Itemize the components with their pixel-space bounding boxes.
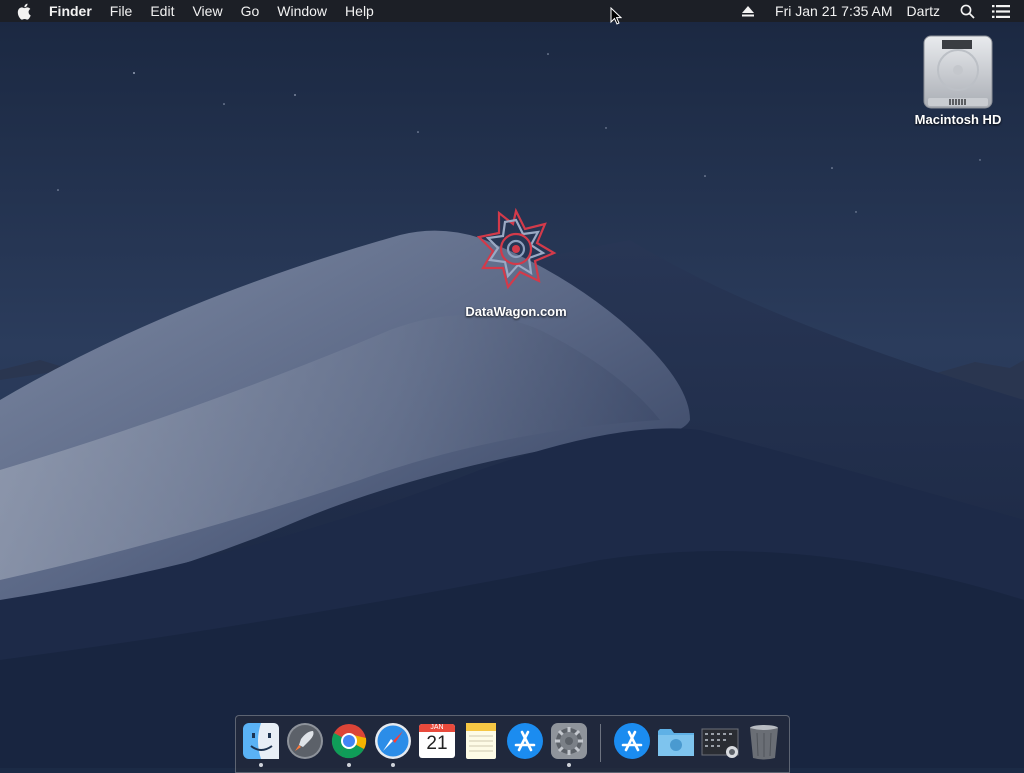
running-indicator	[567, 763, 571, 767]
menu-view[interactable]: View	[183, 0, 231, 22]
menu-go[interactable]: Go	[232, 0, 269, 22]
dock-item-trash[interactable]	[744, 721, 784, 761]
dock-item-chrome[interactable]	[329, 721, 369, 761]
mouse-cursor-icon	[610, 7, 622, 25]
app-store-icon	[507, 723, 543, 759]
desktop-item-macintosh-hd[interactable]: Macintosh HD	[902, 30, 1014, 127]
notes-icon	[466, 723, 496, 759]
dock-item-downloads[interactable]	[656, 721, 696, 761]
applications-folder-icon	[614, 723, 650, 759]
calendar-day: 21	[426, 733, 448, 754]
menu-help[interactable]: Help	[336, 0, 383, 22]
dock-item-notes[interactable]	[461, 721, 501, 761]
downloads-folder-icon	[658, 729, 694, 756]
desktop-item-label: Macintosh HD	[914, 112, 1002, 127]
menu-user[interactable]: Dartz	[901, 0, 950, 22]
desktop-item-datawagon[interactable]: DataWagon.com	[456, 207, 576, 319]
apple-logo-icon[interactable]	[17, 2, 33, 20]
running-indicator	[347, 763, 351, 767]
finder-icon	[243, 723, 279, 759]
running-indicator	[391, 763, 395, 767]
system-preferences-gear-icon	[551, 723, 587, 759]
menu-clock[interactable]: Fri Jan 21 7:35 AM	[765, 0, 901, 22]
menu-file[interactable]: File	[101, 0, 142, 22]
calendar-icon: JAN 21	[419, 724, 455, 758]
dock: JAN 21	[235, 715, 790, 773]
dock-item-finder[interactable]	[241, 721, 281, 761]
dock-item-safari[interactable]	[373, 721, 413, 761]
hard-drive-icon	[920, 30, 996, 112]
screenshot-stack-icon	[701, 728, 739, 758]
spotlight-search-icon[interactable]	[958, 2, 976, 20]
dock-item-app-store[interactable]	[505, 721, 545, 761]
menu-edit[interactable]: Edit	[141, 0, 183, 22]
menu-bar-extras: Fri Jan 21 7:35 AM Dartz	[731, 0, 1024, 22]
desktop-item-label: DataWagon.com	[465, 304, 567, 319]
dock-item-calendar[interactable]: JAN 21	[417, 721, 457, 761]
dock-item-applications[interactable]	[612, 721, 652, 761]
desktop-wallpaper	[0, 0, 1024, 768]
menu-bar: Finder File Edit View Go Window Help Fri…	[0, 0, 1024, 22]
eject-icon[interactable]	[739, 2, 757, 20]
dock-item-launchpad[interactable]	[285, 721, 325, 761]
datawagon-logo-icon	[475, 207, 557, 290]
running-indicator	[259, 763, 263, 767]
trash-icon	[750, 725, 778, 760]
chrome-icon	[331, 724, 367, 759]
calendar-month: JAN	[419, 724, 455, 732]
dock-divider	[600, 724, 601, 762]
safari-compass-icon	[375, 723, 411, 759]
menu-window[interactable]: Window	[268, 0, 336, 22]
notification-center-icon[interactable]	[992, 2, 1010, 20]
menu-app-name[interactable]: Finder	[40, 0, 101, 22]
launchpad-rocket-icon	[287, 723, 323, 759]
dock-item-screenshots[interactable]	[700, 721, 740, 761]
dock-item-system-preferences[interactable]	[549, 721, 589, 761]
